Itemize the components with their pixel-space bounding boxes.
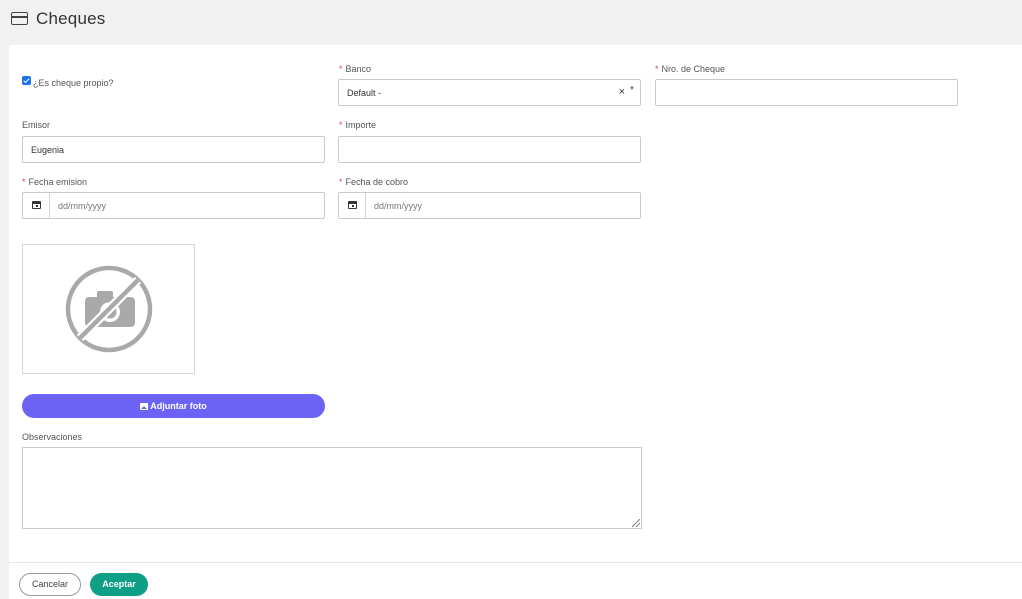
nro-cheque-label: * Nro. de Cheque [655,64,726,74]
calendar-icon [32,201,41,209]
cheque-form-card: ¿Es cheque propio? * Banco Default - × ▼ … [9,45,1022,599]
banco-label: * Banco [339,64,372,74]
fecha-emision-input[interactable]: dd/mm/yyyy [22,192,325,219]
no-photo-icon [65,265,153,353]
own-check-checkbox[interactable] [22,76,31,85]
importe-input[interactable] [338,136,641,163]
image-icon [140,403,149,410]
accept-button[interactable]: Aceptar [90,573,148,596]
fecha-cobro-label: * Fecha de cobro [339,177,409,187]
fecha-emision-placeholder: dd/mm/yyyy [58,201,107,211]
nro-cheque-input[interactable] [655,79,958,106]
observaciones-label: Observaciones [22,432,83,442]
fecha-cobro-input[interactable]: dd/mm/yyyy [338,192,641,219]
page-title: Cheques [36,9,106,28]
fecha-emision-label: * Fecha emision [22,177,88,187]
importe-label: * Importe [339,120,377,130]
page-header: Cheques [0,0,1022,45]
attach-photo-button[interactable]: Adjuntar foto [22,394,325,418]
calendar-icon [348,201,357,209]
emisor-value: Eugenia [31,145,65,155]
calendar-button[interactable] [339,193,366,218]
chevron-down-icon: ▼ [629,86,635,92]
fecha-cobro-placeholder: dd/mm/yyyy [374,201,423,211]
credit-card-icon [11,12,28,25]
banco-select[interactable]: Default - × ▼ [338,79,641,106]
own-check-label: ¿Es cheque propio? [33,78,114,88]
observaciones-textarea[interactable] [22,447,642,529]
emisor-input[interactable]: Eugenia [22,136,325,163]
cancel-button[interactable]: Cancelar [19,573,81,596]
calendar-button[interactable] [23,193,50,218]
banco-value: Default - [347,88,382,98]
emisor-label: Emisor [22,120,51,130]
clear-icon[interactable]: × [619,86,625,98]
resize-handle-icon[interactable] [632,519,640,527]
footer-divider [9,562,1022,563]
photo-preview [22,244,195,374]
